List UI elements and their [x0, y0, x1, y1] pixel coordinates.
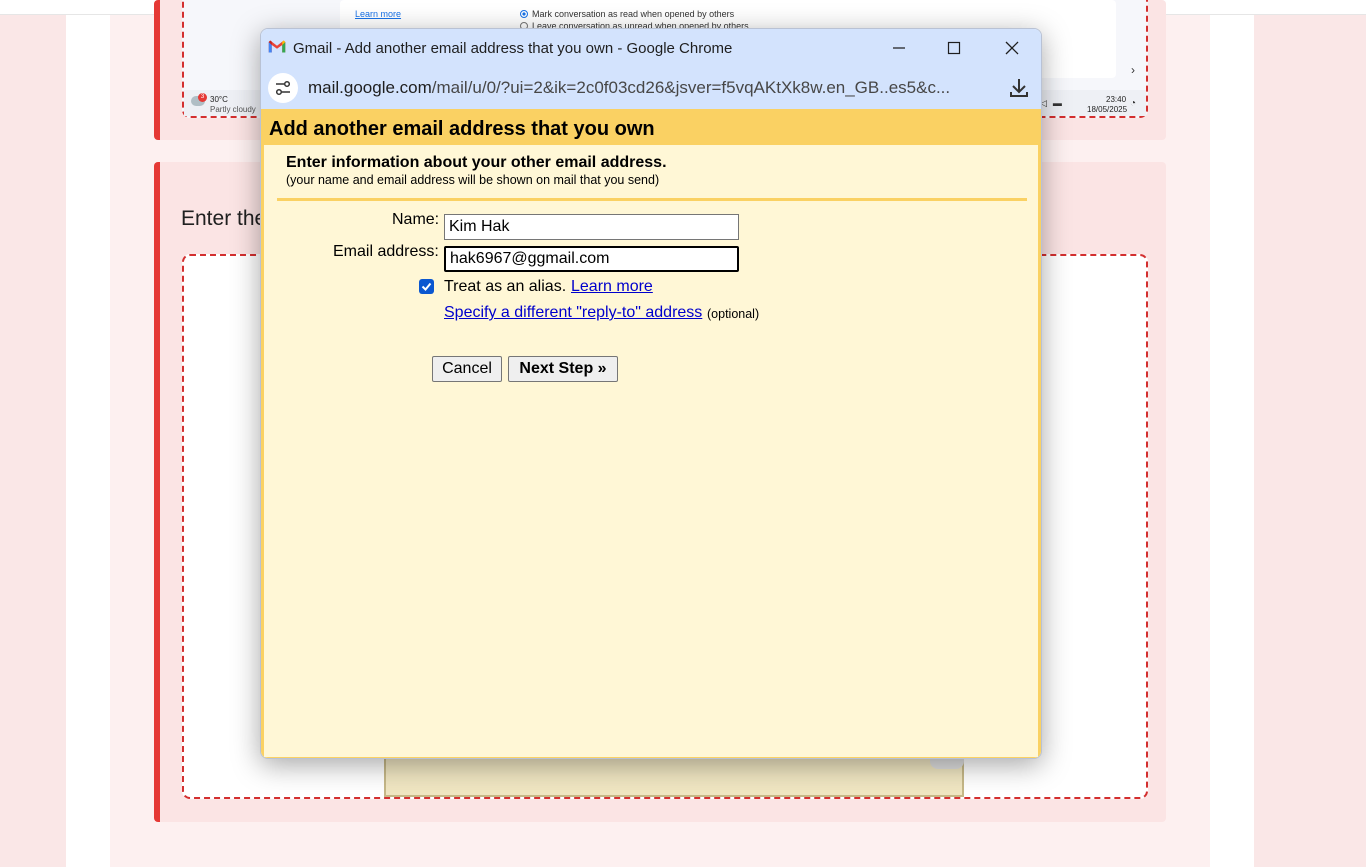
download-icon — [1010, 79, 1028, 97]
learn-more-link[interactable]: Learn more — [571, 278, 653, 296]
close-button[interactable] — [988, 34, 1036, 62]
screenshot-dialog-behind — [384, 755, 964, 797]
checkmark-icon — [421, 282, 432, 291]
address-bar: mail.google.com/mail/u/0/?ui=2&ik=2c0f03… — [261, 67, 1041, 109]
url-host: mail.google.com — [308, 78, 432, 97]
dialog-divider — [277, 198, 1027, 201]
email-label: Email address: — [333, 243, 439, 260]
site-info-button[interactable] — [268, 73, 298, 103]
dialog-content: Add another email address that you own E… — [261, 109, 1041, 758]
minimize-button[interactable] — [875, 34, 923, 62]
gmail-icon — [268, 40, 286, 53]
taskbar-clock-time: 23:40 — [1106, 95, 1127, 104]
alias-checkbox[interactable] — [419, 279, 434, 294]
next-step-button[interactable]: Next Step » — [508, 356, 618, 382]
taskbar-clock-date: 18/05/2025 — [1087, 105, 1128, 114]
window-title: Gmail - Add another email address that y… — [293, 40, 733, 57]
chrome-popup-window: Gmail - Add another email address that y… — [260, 28, 1042, 759]
reply-to-link[interactable]: Specify a different "reply-to" address — [444, 304, 702, 322]
url-path: /mail/u/0/?ui=2&ik=2c0f03cd26&jsver=f5vq… — [431, 78, 951, 97]
optional-note: (optional) — [707, 307, 760, 321]
download-button[interactable] — [1005, 74, 1033, 102]
dialog-header: Add another email address that you own — [264, 109, 1038, 145]
chevron-right-icon: › — [1131, 63, 1135, 77]
maximize-button[interactable] — [930, 34, 978, 62]
minimize-icon — [893, 47, 905, 49]
battery-icon: ▬ — [1052, 98, 1062, 108]
radio-selected-icon — [520, 10, 528, 18]
close-icon — [1005, 41, 1019, 55]
screenshot-option-read: Mark conversation as read when opened by… — [520, 9, 734, 19]
url-text[interactable]: mail.google.com/mail/u/0/?ui=2&ik=2c0f03… — [308, 78, 950, 98]
notification-bell-icon: ◔ — [1130, 98, 1137, 109]
weather-description: Partly cloudy — [210, 105, 256, 114]
dialog-title: Add another email address that you own — [269, 118, 655, 140]
tune-icon — [275, 80, 291, 96]
email-input[interactable] — [444, 246, 739, 272]
screenshot-learn-more-link: Learn more — [355, 9, 402, 19]
dialog-note: (your name and email address will be sho… — [286, 173, 660, 187]
maximize-icon — [947, 41, 961, 55]
alias-label: Treat as an alias. — [444, 278, 567, 295]
name-input[interactable] — [444, 214, 739, 240]
window-titlebar[interactable]: Gmail - Add another email address that y… — [261, 29, 1041, 67]
screenshot-option-read-label: Mark conversation as read when opened by… — [532, 9, 735, 19]
step-heading: Enter the — [181, 207, 267, 230]
weather-temperature: 30°C — [210, 95, 228, 104]
weather-badge: 3 — [198, 93, 207, 102]
name-label: Name: — [392, 211, 440, 228]
system-tray: ◁ ▬ — [1040, 98, 1062, 109]
cancel-button[interactable]: Cancel — [432, 356, 502, 382]
dialog-subtitle: Enter information about your other email… — [286, 154, 667, 171]
